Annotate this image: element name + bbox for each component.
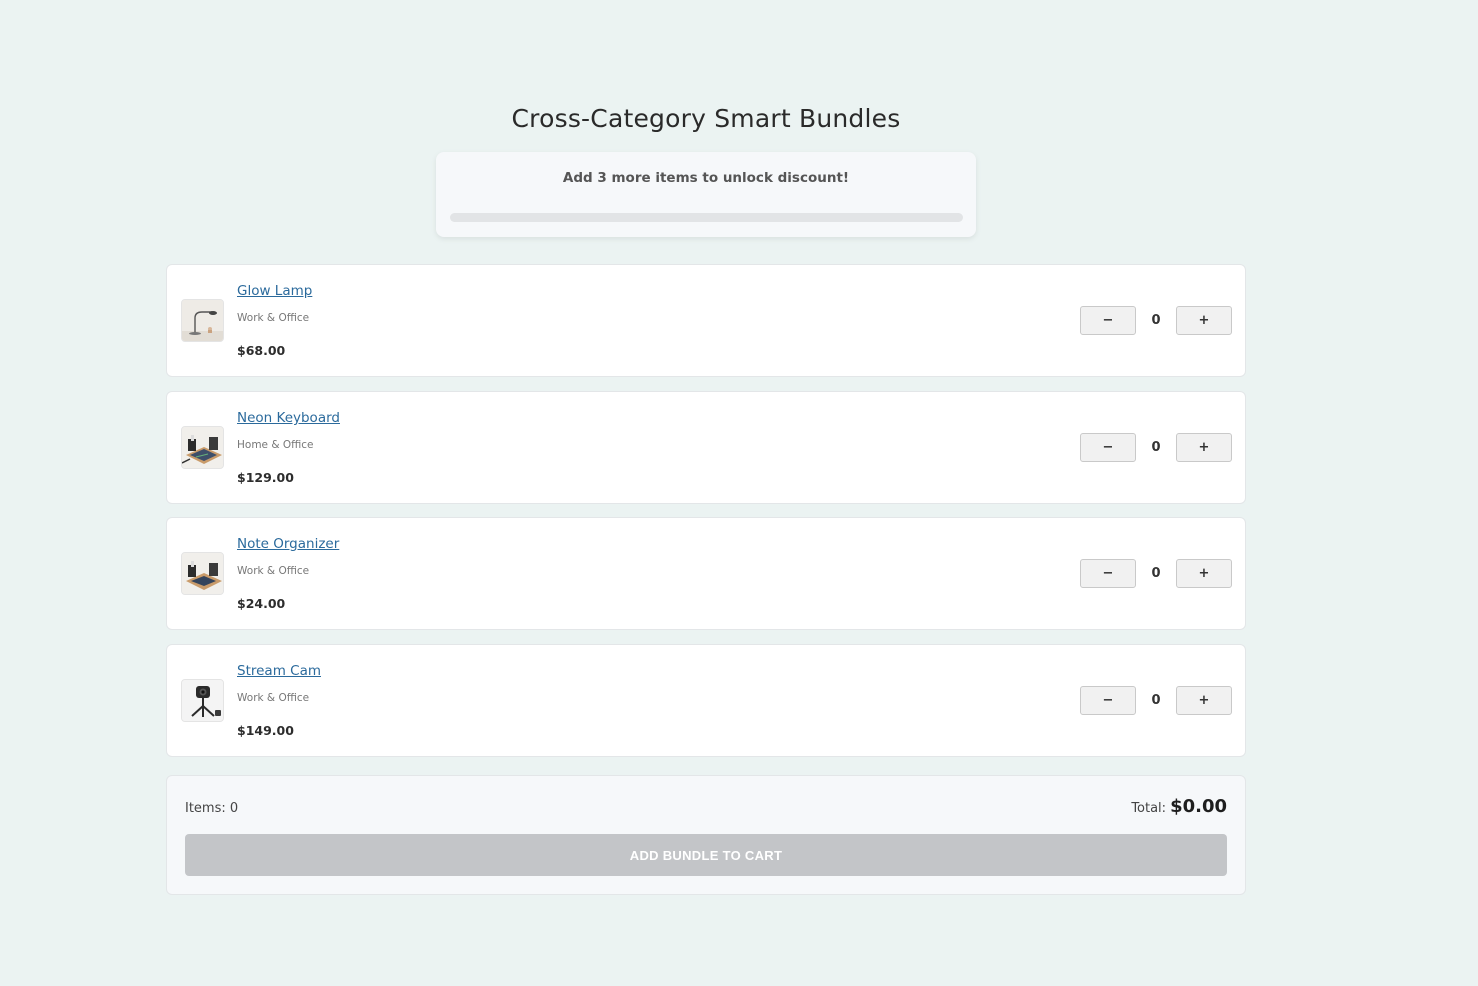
increase-quantity-button[interactable]: + xyxy=(1176,433,1232,462)
quantity-value: 0 xyxy=(1151,693,1161,708)
progress-bar xyxy=(450,213,963,222)
product-price: $24.00 xyxy=(237,596,286,611)
product-name-link[interactable]: Neon Keyboard xyxy=(237,410,340,426)
product-card-stream-cam: Stream Cam Work & Office $149.00 − 0 + xyxy=(166,644,1246,757)
progress-message: Add 3 more items to unlock discount! xyxy=(562,170,850,186)
total-label: Total: xyxy=(1131,801,1167,816)
decrease-quantity-button[interactable]: − xyxy=(1080,433,1136,462)
product-price: $129.00 xyxy=(237,470,294,485)
total: Total: $0.00 xyxy=(1131,796,1227,817)
product-price: $149.00 xyxy=(237,723,294,738)
increase-quantity-button[interactable]: + xyxy=(1176,306,1232,335)
product-category: Work & Office xyxy=(237,312,310,324)
increase-quantity-button[interactable]: + xyxy=(1176,686,1232,715)
product-name-link[interactable]: Glow Lamp xyxy=(237,283,312,299)
increase-quantity-button[interactable]: + xyxy=(1176,559,1232,588)
product-name-link[interactable]: Note Organizer xyxy=(237,536,339,552)
items-count: Items: 0 xyxy=(185,801,239,816)
desk-organizer-icon[interactable] xyxy=(181,426,224,469)
page-title: Cross-Category Smart Bundles xyxy=(511,104,901,133)
product-card-glow-lamp: Glow Lamp Work & Office $68.00 − 0 + xyxy=(166,264,1246,377)
quantity-value: 0 xyxy=(1151,440,1161,455)
quantity-value: 0 xyxy=(1151,566,1161,581)
product-category: Work & Office xyxy=(237,565,310,577)
product-name-link[interactable]: Stream Cam xyxy=(237,663,321,679)
total-value: $0.00 xyxy=(1170,796,1227,817)
product-category: Home & Office xyxy=(237,439,314,451)
decrease-quantity-button[interactable]: − xyxy=(1080,686,1136,715)
product-price: $68.00 xyxy=(237,343,286,358)
desk-lamp-icon[interactable] xyxy=(181,299,224,342)
add-bundle-to-cart-button[interactable]: ADD BUNDLE TO CART xyxy=(185,834,1227,876)
bundle-summary: Items: 0 Total: $0.00 ADD BUNDLE TO CART xyxy=(166,775,1246,895)
product-card-note-organizer: Note Organizer Work & Office $24.00 − 0 … xyxy=(166,517,1246,630)
decrease-quantity-button[interactable]: − xyxy=(1080,306,1136,335)
desk-organizer-icon[interactable] xyxy=(181,552,224,595)
discount-progress-card: Add 3 more items to unlock discount! xyxy=(436,152,976,237)
product-card-neon-keyboard: Neon Keyboard Home & Office $129.00 − 0 … xyxy=(166,391,1246,504)
decrease-quantity-button[interactable]: − xyxy=(1080,559,1136,588)
quantity-value: 0 xyxy=(1151,313,1161,328)
webcam-icon[interactable] xyxy=(181,679,224,722)
product-category: Work & Office xyxy=(237,692,310,704)
